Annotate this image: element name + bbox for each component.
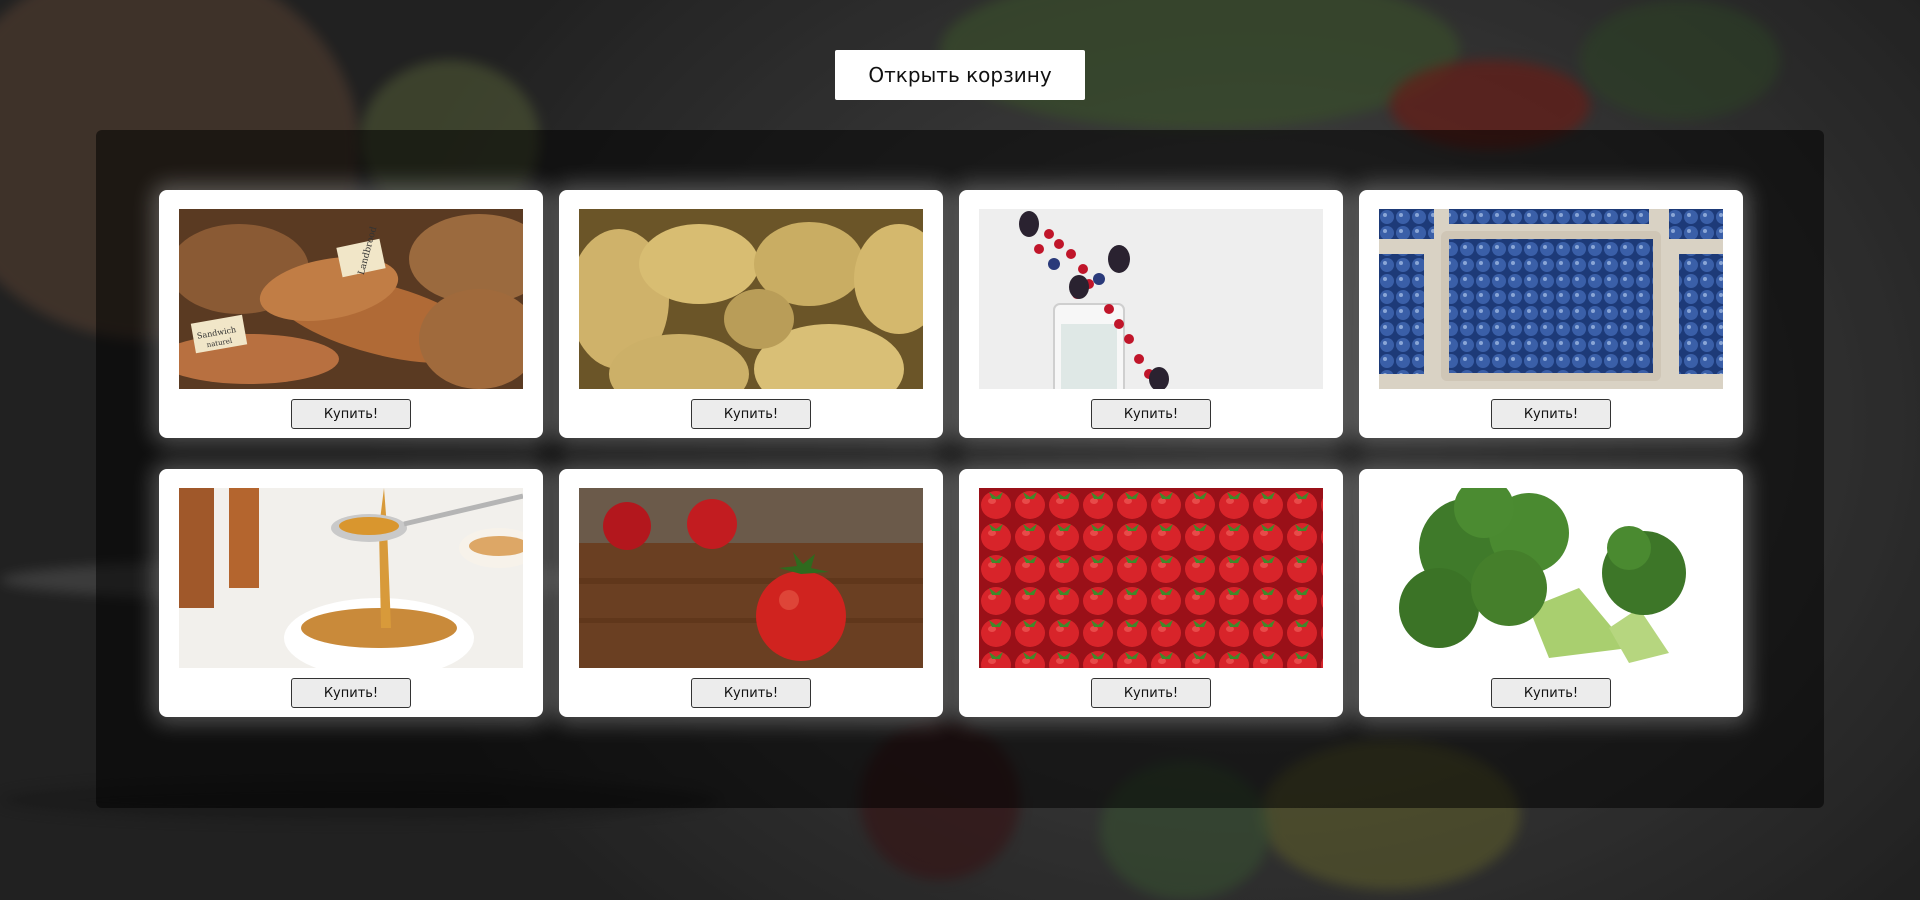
- buy-button[interactable]: Купить!: [1091, 399, 1211, 429]
- buy-button[interactable]: Купить!: [291, 399, 411, 429]
- broccoli-photo: [1379, 488, 1723, 668]
- buy-button[interactable]: Купить!: [1491, 678, 1611, 708]
- product-card: Landbrood Sandwich naturel Купить!: [159, 190, 543, 438]
- open-cart-button[interactable]: Открыть корзину: [835, 50, 1085, 100]
- blueberries-photo: [1379, 209, 1723, 389]
- product-card: Купить!: [1359, 190, 1743, 438]
- buy-button[interactable]: Купить!: [291, 678, 411, 708]
- buy-button[interactable]: Купить!: [691, 678, 811, 708]
- honey-spoon-photo: [179, 488, 523, 668]
- product-card: Купить!: [959, 469, 1343, 717]
- product-card: Купить!: [559, 469, 943, 717]
- product-card: Купить!: [159, 469, 543, 717]
- tomatoes-photo: [579, 488, 923, 668]
- strawberries-photo: [979, 488, 1323, 668]
- potatoes-photo: [579, 209, 923, 389]
- bread-photo: Landbrood Sandwich naturel: [179, 209, 523, 389]
- product-card: Купить!: [1359, 469, 1743, 717]
- buy-button[interactable]: Купить!: [691, 399, 811, 429]
- buy-button[interactable]: Купить!: [1491, 399, 1611, 429]
- product-grid: Landbrood Sandwich naturel Купить! Купит…: [159, 190, 1743, 717]
- berries-glass-photo: [979, 209, 1323, 389]
- product-card: Купить!: [959, 190, 1343, 438]
- buy-button[interactable]: Купить!: [1091, 678, 1211, 708]
- product-card: Купить!: [559, 190, 943, 438]
